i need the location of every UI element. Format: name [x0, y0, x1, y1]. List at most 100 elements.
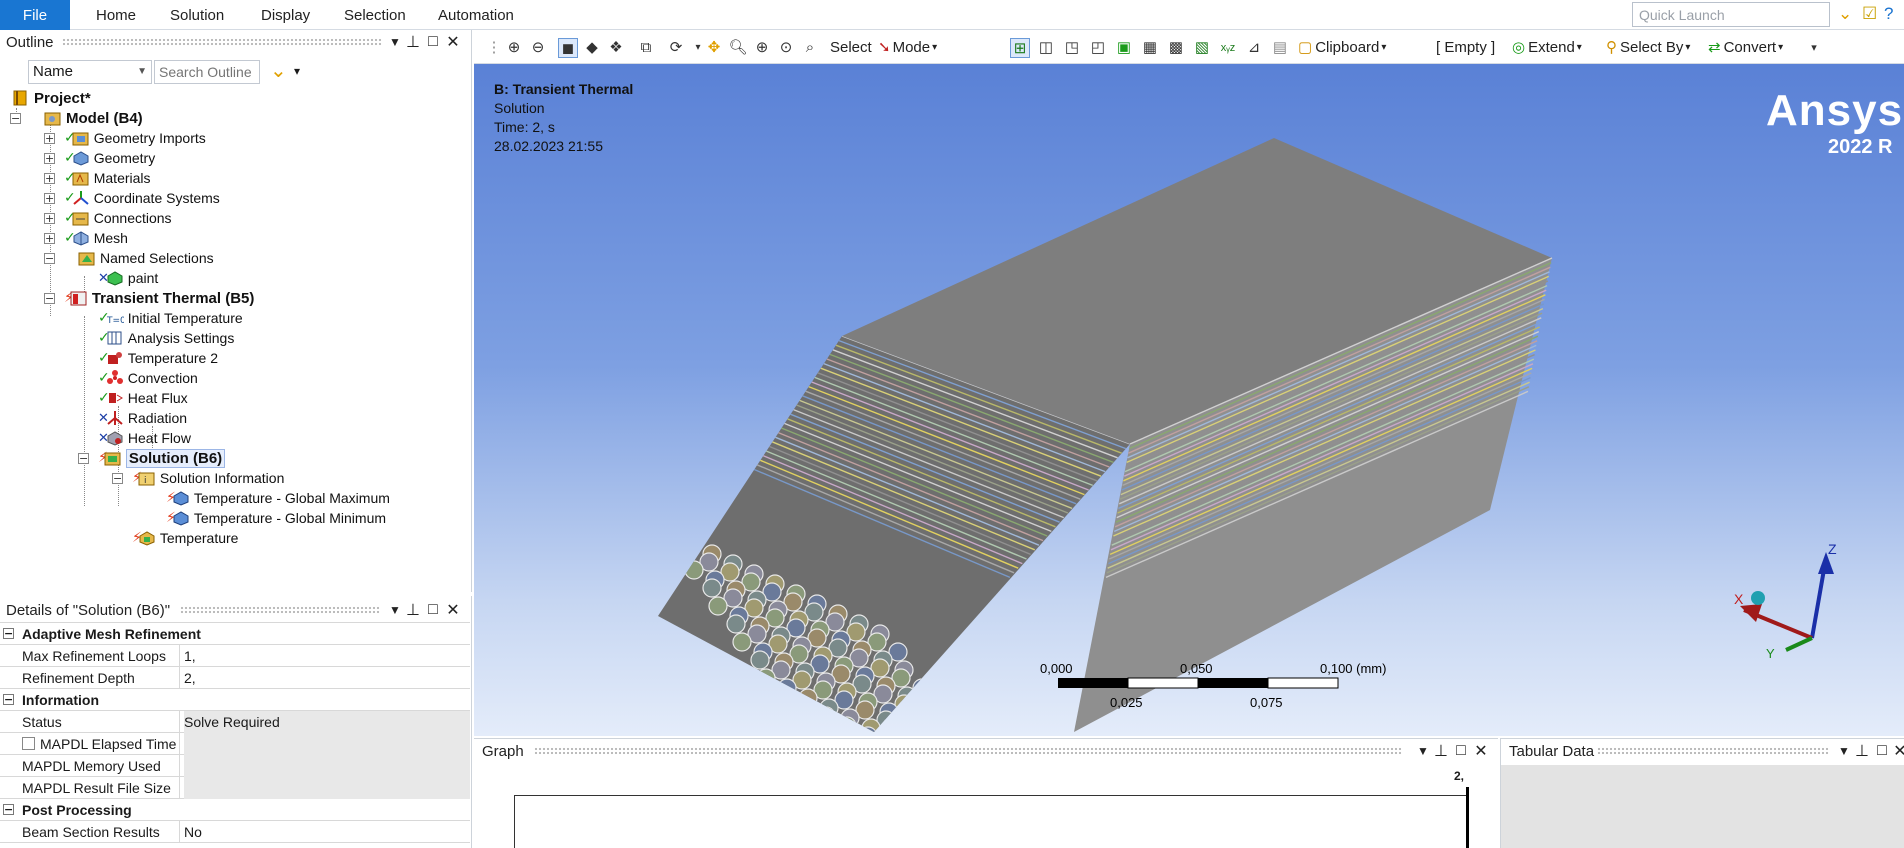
maximize-icon[interactable]: □ — [1873, 739, 1891, 763]
group-adaptive-mesh-refinement[interactable]: − Adaptive Mesh Refinement — [0, 623, 470, 645]
select-edge-icon[interactable]: ◫ — [1036, 38, 1056, 58]
tree-item-temperature-2[interactable]: ✓ Temperature 2 — [98, 348, 218, 368]
help-icon[interactable]: ? — [1884, 3, 1893, 25]
tree-item-paint[interactable]: ✕ paint — [98, 268, 158, 288]
close-icon[interactable]: ✕ — [1891, 739, 1904, 763]
rotate-icon[interactable]: ⟳ — [666, 38, 686, 58]
section-plane-icon[interactable]: ⧉ — [636, 38, 656, 58]
select-vertex-icon[interactable]: ⊞ — [1010, 38, 1030, 58]
outline-filter-select[interactable]: Name ▼ — [28, 60, 152, 84]
close-icon[interactable]: ✕ — [1472, 739, 1490, 763]
group-information[interactable]: − Information — [0, 689, 470, 711]
tree-item-temp-global-min[interactable]: ⚡ Temperature - Global Minimum — [166, 508, 386, 528]
tab-display[interactable]: Display — [261, 0, 310, 30]
select-mesh-icon[interactable]: ▧ — [1192, 38, 1212, 58]
magnifier-icon[interactable]: ⌕ — [800, 38, 820, 58]
row-max-refinement-loops[interactable]: Max Refinement Loops 1, — [0, 644, 470, 667]
collapse-toggle[interactable]: − — [3, 804, 14, 815]
collapse-toggle[interactable]: − — [78, 453, 89, 464]
graph-plot-area[interactable] — [514, 795, 1468, 848]
model-3d-view[interactable]: 0,000 0,050 0,100 (mm) 0,025 0,075 Z X Y — [474, 64, 1904, 736]
expand-toggle[interactable]: + — [44, 173, 55, 184]
shaded-view-icon[interactable]: ◼ — [558, 38, 578, 58]
tree-item-analysis-settings[interactable]: ✓ Analysis Settings — [98, 328, 234, 348]
panel-menu-icon[interactable]: ▼ — [1414, 739, 1432, 763]
tabular-grid-area[interactable] — [1501, 765, 1904, 848]
tree-item-heat-flow[interactable]: ✕ Heat Flow — [98, 428, 191, 448]
expand-toggle[interactable]: + — [44, 153, 55, 164]
zoom-to-fit-icon[interactable]: ⊙ — [776, 38, 796, 58]
tab-home[interactable]: Home — [96, 0, 136, 30]
tree-item-connections[interactable]: ✓ Connections — [64, 208, 172, 228]
chevron-down-icon[interactable]: ⌄ — [1838, 3, 1852, 25]
pin-icon[interactable]: ⊥ — [404, 30, 422, 54]
tree-item-solution-information[interactable]: ⚡ i Solution Information — [132, 468, 284, 488]
tree-item-transient-thermal[interactable]: ⚡ Transient Thermal (B5) — [64, 288, 254, 308]
box-zoom-icon[interactable]: ⊕ — [752, 38, 772, 58]
select-by-button[interactable]: ⚲ Select By ▾ — [1606, 36, 1690, 58]
maximize-icon[interactable]: □ — [1452, 739, 1470, 763]
feedback-icon[interactable]: ☑ — [1862, 3, 1877, 25]
tree-item-model[interactable]: Model (B4) — [44, 108, 143, 128]
tree-item-initial-temperature[interactable]: ✓ T=0 Initial Temperature — [98, 308, 243, 328]
clipboard-button[interactable]: ▢ Clipboard ▾ — [1298, 36, 1386, 58]
select-face-icon[interactable]: ◳ — [1062, 38, 1082, 58]
tree-item-named-selections[interactable]: Named Selections — [78, 248, 214, 268]
row-beam-section-results[interactable]: Beam Section Results No — [0, 820, 470, 843]
quick-launch-input[interactable] — [1632, 2, 1830, 27]
zoom-icon[interactable]: 🔍︎ — [728, 38, 748, 58]
graphics-viewport[interactable]: B: Transient Thermal Solution Time: 2, s… — [474, 64, 1904, 736]
show-mesh-icon[interactable]: ❖ — [606, 38, 626, 58]
tree-item-geometry-imports[interactable]: ✓ Geometry Imports — [64, 128, 206, 148]
collapse-toggle[interactable]: − — [112, 473, 123, 484]
tree-item-geometry[interactable]: ✓ Geometry — [64, 148, 155, 168]
panel-menu-icon[interactable]: ▼ — [1835, 739, 1853, 763]
select-body-icon[interactable]: ◰ — [1088, 38, 1108, 58]
tab-selection[interactable]: Selection — [344, 0, 406, 30]
hit-point-icon[interactable]: ⊿ — [1244, 38, 1264, 58]
pan-icon[interactable]: ✥ — [704, 38, 724, 58]
expand-toggle[interactable]: + — [44, 233, 55, 244]
coordinate-triad[interactable]: Z X Y — [1734, 541, 1837, 661]
file-menu-button[interactable]: File — [0, 0, 70, 30]
select-button[interactable]: Select — [830, 36, 872, 58]
panel-menu-icon[interactable]: ▼ — [386, 598, 404, 622]
close-icon[interactable]: ✕ — [444, 30, 462, 54]
pin-icon[interactable]: ⊥ — [404, 598, 422, 622]
select-node-icon[interactable]: ▣ — [1114, 38, 1134, 58]
select-element-icon[interactable]: ▩ — [1166, 38, 1186, 58]
group-post-processing[interactable]: − Post Processing — [0, 799, 470, 821]
toolbar-overflow-icon[interactable]: ▾ — [294, 64, 300, 78]
toolbar-overflow-icon[interactable]: ▾ — [1804, 38, 1824, 58]
search-outline-input[interactable] — [154, 60, 260, 84]
tree-item-radiation[interactable]: ✕ Radiation — [98, 408, 187, 428]
pin-icon[interactable]: ⊥ — [1432, 739, 1450, 763]
maximize-icon[interactable]: □ — [424, 30, 442, 54]
tree-item-mesh[interactable]: ✓ Mesh — [64, 228, 128, 248]
pin-icon[interactable]: ⊥ — [1853, 739, 1871, 763]
tree-item-temperature[interactable]: ⚡ Temperature — [132, 528, 238, 548]
tree-item-coordinate-systems[interactable]: ✓ Coordinate Systems — [64, 188, 220, 208]
tree-item-convection[interactable]: ✓ Convection — [98, 368, 198, 388]
tab-solution[interactable]: Solution — [170, 0, 224, 30]
collapse-toggle[interactable]: − — [3, 628, 14, 639]
tab-automation[interactable]: Automation — [438, 0, 514, 30]
collapse-toggle[interactable]: − — [10, 113, 21, 124]
tree-item-heat-flux[interactable]: ✓ Heat Flux — [98, 388, 188, 408]
graph-time-cursor[interactable] — [1466, 787, 1469, 848]
collapse-toggle[interactable]: − — [44, 293, 55, 304]
panel-menu-icon[interactable]: ▼ — [386, 30, 404, 54]
maximize-icon[interactable]: □ — [424, 598, 442, 622]
mode-button[interactable]: ➘ Mode ▾ — [878, 36, 937, 58]
tree-item-project[interactable]: Project* — [12, 88, 91, 108]
selection-info-icon[interactable]: ▤ — [1270, 38, 1290, 58]
convert-button[interactable]: ⇄ Convert ▾ — [1708, 36, 1783, 58]
chevron-down-icon[interactable]: ⌄ — [270, 58, 287, 83]
zoom-out-icon[interactable]: ⊖ — [528, 38, 548, 58]
close-icon[interactable]: ✕ — [444, 598, 462, 622]
extend-button[interactable]: ◎ Extend ▾ — [1512, 36, 1582, 58]
zoom-in-icon[interactable]: ⊕ — [504, 38, 524, 58]
row-refinement-depth[interactable]: Refinement Depth 2, — [0, 666, 470, 689]
xyz-coordinates-icon[interactable]: xᵧz — [1218, 38, 1238, 58]
expand-toggle[interactable]: + — [44, 193, 55, 204]
